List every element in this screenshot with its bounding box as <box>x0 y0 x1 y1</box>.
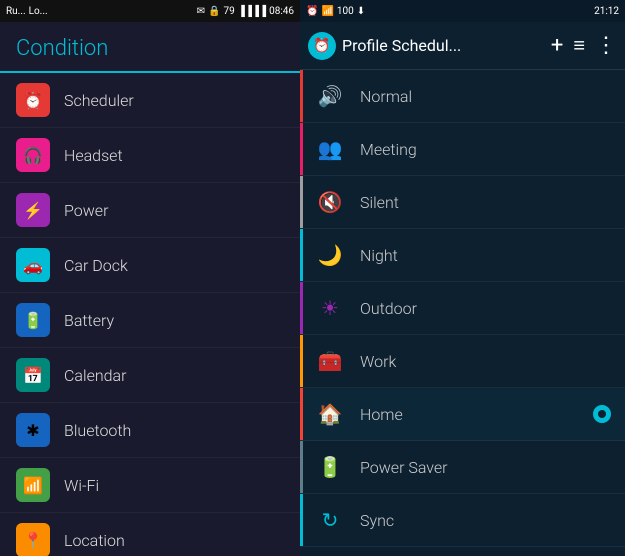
list-view-button[interactable]: ≡ <box>573 33 585 58</box>
left-panel: Ru... Lo... ✉ 🔒 79 ▐▐▐▐ 08:46 Condition … <box>0 0 300 556</box>
work-label: Work <box>360 352 396 371</box>
wifi-label: Wi-Fi <box>64 476 99 495</box>
location-icon: 📍 <box>16 523 50 556</box>
condition-item-wifi[interactable]: 📶 Wi-Fi <box>0 458 300 513</box>
header-app-icon: ⏰ <box>308 32 336 60</box>
night-icon: 🌙 <box>314 239 346 271</box>
left-status-bar: Ru... Lo... ✉ 🔒 79 ▐▐▐▐ 08:46 <box>0 0 300 22</box>
profile-item-power-saver[interactable]: 🔋 Power Saver <box>300 441 625 494</box>
condition-item-location[interactable]: 📍 Location <box>0 513 300 556</box>
profile-item-outdoor[interactable]: ☀ Outdoor <box>300 282 625 335</box>
power-saver-accent-bar <box>300 441 303 493</box>
condition-title: Condition <box>0 22 300 73</box>
condition-item-bluetooth[interactable]: ✱ Bluetooth <box>0 403 300 458</box>
sync-icon: ↻ <box>314 504 346 536</box>
condition-item-car-dock[interactable]: 🚗 Car Dock <box>0 238 300 293</box>
work-accent-bar <box>300 335 303 387</box>
condition-item-power[interactable]: ⚡ Power <box>0 183 300 238</box>
silent-icon: 🔇 <box>314 186 346 218</box>
profile-item-silent[interactable]: 🔇 Silent <box>300 176 625 229</box>
condition-item-calendar[interactable]: 📅 Calendar <box>0 348 300 403</box>
home-icon: 🏠 <box>314 398 346 430</box>
profile-item-meeting[interactable]: 👥 Meeting <box>300 123 625 176</box>
outdoor-accent-bar <box>300 282 303 334</box>
home-label: Home <box>360 405 403 424</box>
night-label: Night <box>360 246 398 265</box>
profile-list: 🔊 Normal 👥 Meeting 🔇 Silent 🌙 Night ☀ Outdoor 🧰 Wor… <box>300 70 625 556</box>
left-status-right: ✉ 🔒 79 ▐▐▐▐ 08:46 <box>197 6 294 17</box>
right-status-bar: ⏰ 📶 100 ⬇ 21:12 <box>300 0 625 22</box>
silent-label: Silent <box>360 193 399 212</box>
home-active-dot <box>593 405 611 423</box>
profile-item-night[interactable]: 🌙 Night <box>300 229 625 282</box>
battery-label: Battery <box>64 311 114 330</box>
power-saver-label: Power Saver <box>360 458 448 477</box>
normal-accent-bar <box>300 70 303 122</box>
sync-label: Sync <box>360 511 394 530</box>
car-dock-icon: 🚗 <box>16 248 50 282</box>
add-button[interactable]: + <box>551 33 563 58</box>
condition-list: ⏰ Scheduler 🎧 Headset ⚡ Power 🚗 Car Dock 🔋 Batter… <box>0 73 300 556</box>
sync-accent-bar <box>300 494 303 546</box>
profile-item-normal[interactable]: 🔊 Normal <box>300 70 625 123</box>
bluetooth-label: Bluetooth <box>64 421 131 440</box>
night-accent-bar <box>300 229 303 281</box>
more-button[interactable]: ⋮ <box>595 33 617 58</box>
scheduler-icon: ⏰ <box>16 83 50 117</box>
normal-label: Normal <box>360 87 412 106</box>
meeting-accent-bar <box>300 123 303 175</box>
right-status-time: 21:12 <box>594 6 619 17</box>
meeting-icon: 👥 <box>314 133 346 165</box>
calendar-icon: 📅 <box>16 358 50 392</box>
meeting-label: Meeting <box>360 140 417 159</box>
condition-item-scheduler[interactable]: ⏰ Scheduler <box>0 73 300 128</box>
right-status-left: ⏰ 📶 100 ⬇ <box>306 6 365 17</box>
normal-icon: 🔊 <box>314 80 346 112</box>
condition-item-headset[interactable]: 🎧 Headset <box>0 128 300 183</box>
car-dock-label: Car Dock <box>64 256 128 275</box>
power-icon: ⚡ <box>16 193 50 227</box>
bluetooth-icon: ✱ <box>16 413 50 447</box>
outdoor-icon: ☀ <box>314 292 346 324</box>
header-title: Profile Schedul... <box>342 36 545 55</box>
wifi-icon: 📶 <box>16 468 50 502</box>
headset-label: Headset <box>64 146 123 165</box>
silent-accent-bar <box>300 176 303 228</box>
home-accent-bar <box>300 388 303 440</box>
location-label: Location <box>64 531 125 550</box>
profile-item-home[interactable]: 🏠 Home <box>300 388 625 441</box>
left-status-left: Ru... Lo... <box>6 6 48 17</box>
profile-item-sync[interactable]: ↻ Sync <box>300 494 625 547</box>
right-panel: ⏰ 📶 100 ⬇ 21:12 ⏰ Profile Schedul... + ≡… <box>300 0 625 556</box>
calendar-label: Calendar <box>64 366 127 385</box>
outdoor-label: Outdoor <box>360 299 417 318</box>
condition-item-battery[interactable]: 🔋 Battery <box>0 293 300 348</box>
power-saver-icon: 🔋 <box>314 451 346 483</box>
work-icon: 🧰 <box>314 345 346 377</box>
headset-icon: 🎧 <box>16 138 50 172</box>
battery-icon: 🔋 <box>16 303 50 337</box>
power-label: Power <box>64 201 108 220</box>
header-actions: + ≡ ⋮ <box>551 33 617 58</box>
right-header: ⏰ Profile Schedul... + ≡ ⋮ <box>300 22 625 70</box>
profile-item-work[interactable]: 🧰 Work <box>300 335 625 388</box>
scheduler-label: Scheduler <box>64 91 134 110</box>
